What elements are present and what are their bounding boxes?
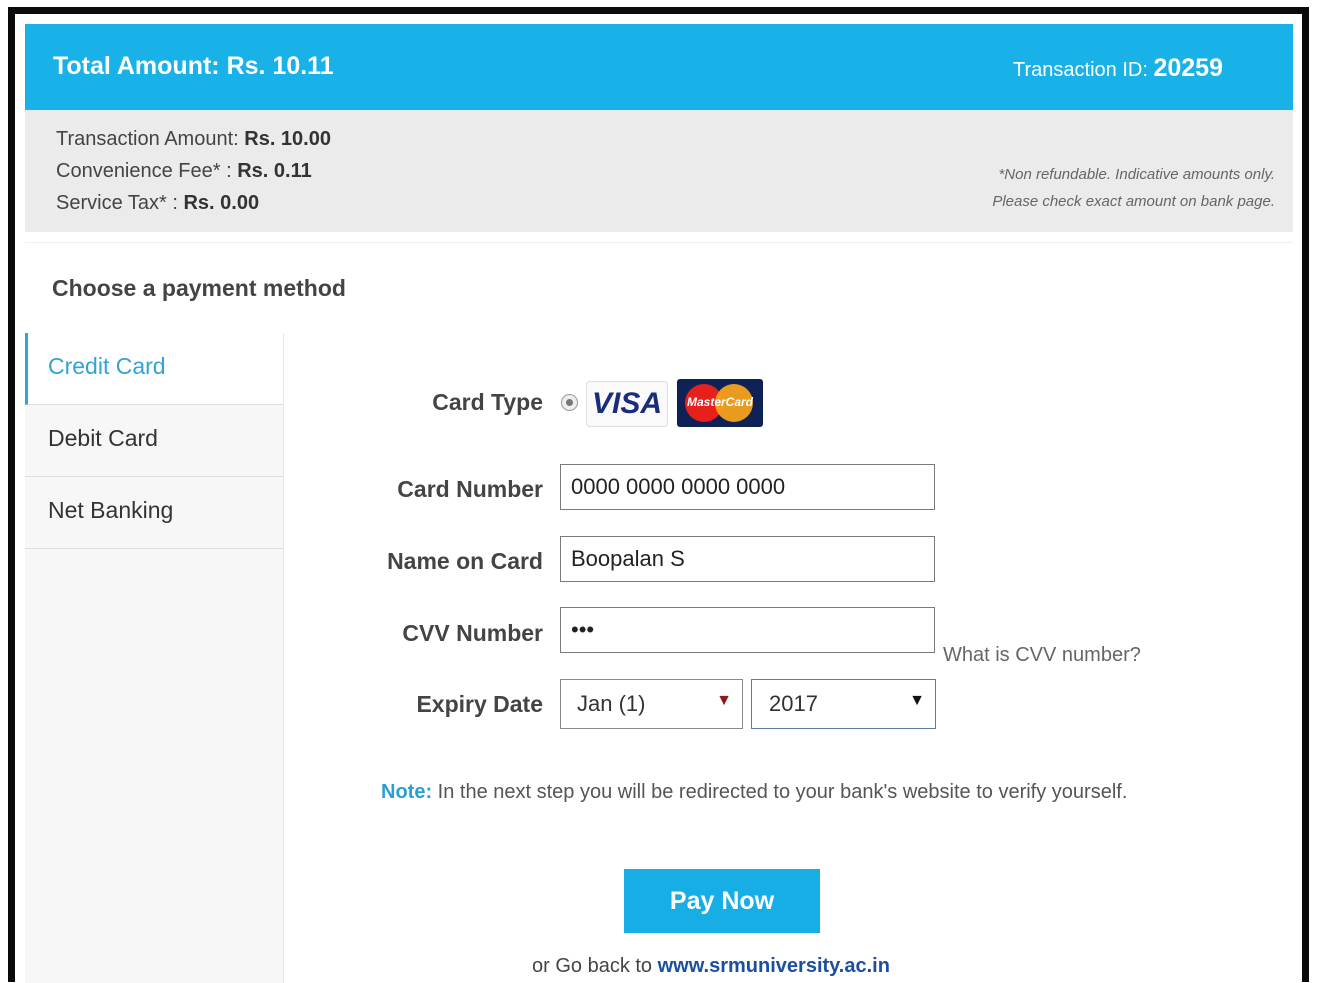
pay-now-button[interactable]: Pay Now [624,869,820,933]
name-on-card-label: Name on Card [387,548,543,574]
total-amount-value: Rs. 10.11 [226,52,334,80]
expiry-month-select[interactable]: Jan (1) ▼ [560,679,743,729]
expiry-date-label: Expiry Date [416,691,543,717]
total-amount: Total Amount: Rs. 10.11 [53,52,334,81]
note-text: In the next step you will be redirected … [432,781,1128,803]
chevron-down-icon: ▼ [909,692,925,709]
name-on-card-input[interactable]: Boopalan S [560,536,935,582]
tab-credit-card[interactable]: Credit Card [25,333,283,405]
tab-net-banking[interactable]: Net Banking [25,477,283,549]
total-amount-label: Total Amount: [53,52,227,80]
convenience-fee-label: Convenience Fee* : [56,160,238,182]
transaction-id-value: 20259 [1153,54,1223,82]
transaction-amount-line: Transaction Amount: Rs. 10.00 [56,128,331,151]
transaction-id: Transaction ID: 20259 [1013,54,1223,83]
visa-logo-text: VISA [591,387,663,420]
payment-method-header: Choose a payment method [25,242,1293,334]
go-back-prefix: or Go back to [532,955,658,977]
service-tax-label: Service Tax* : [56,192,184,214]
redirect-note: Note: In the next step you will be redir… [381,781,1127,804]
tab-debit-card[interactable]: Debit Card [25,405,283,477]
cvv-help-link[interactable]: What is CVV number? [943,644,1141,667]
transaction-id-label: Transaction ID: [1013,59,1154,81]
expiry-month-value: Jan (1) [577,691,646,716]
service-tax-value: Rs. 0.00 [183,192,260,214]
card-number-input[interactable]: 0000 0000 0000 0000 [560,464,935,510]
page-frame: Total Amount: Rs. 10.11 Transaction ID: … [8,7,1309,983]
payment-method-title: Choose a payment method [52,275,346,301]
convenience-fee-value: Rs. 0.11 [237,160,312,182]
note-prefix: Note: [381,781,433,803]
disclaimer-line-1: *Non refundable. Indicative amounts only… [998,166,1275,183]
mastercard-logo-text: MasterCard [686,395,754,409]
visa-logo-icon: VISA [586,381,668,427]
payment-container: Total Amount: Rs. 10.11 Transaction ID: … [25,24,1293,983]
disclaimer-line-2: Please check exact amount on bank page. [992,193,1275,210]
convenience-fee-line: Convenience Fee* : Rs. 0.11 [56,160,312,183]
header-bar: Total Amount: Rs. 10.11 Transaction ID: … [25,24,1293,110]
cvv-label: CVV Number [402,620,543,646]
credit-card-form: Card Type VISA MasterCard Card Number 00… [284,333,1293,983]
service-tax-line: Service Tax* : Rs. 0.00 [56,192,259,215]
go-back-link[interactable]: www.srmuniversity.ac.in [658,955,890,977]
transaction-amount-value: Rs. 10.00 [244,128,331,150]
chevron-down-icon: ▼ [716,692,732,709]
card-number-label: Card Number [397,476,543,502]
expiry-year-select[interactable]: 2017 ▼ [751,679,936,729]
amount-summary: Transaction Amount: Rs. 10.00 Convenienc… [25,110,1293,232]
card-type-label: Card Type [432,389,543,415]
mastercard-logo-icon: MasterCard [677,379,763,427]
cvv-input[interactable]: ••• [560,607,935,653]
transaction-amount-label: Transaction Amount: [56,128,245,150]
card-type-radio[interactable] [561,394,578,411]
payment-method-tabs: Credit Card Debit Card Net Banking [25,333,284,983]
expiry-year-value: 2017 [769,691,818,716]
